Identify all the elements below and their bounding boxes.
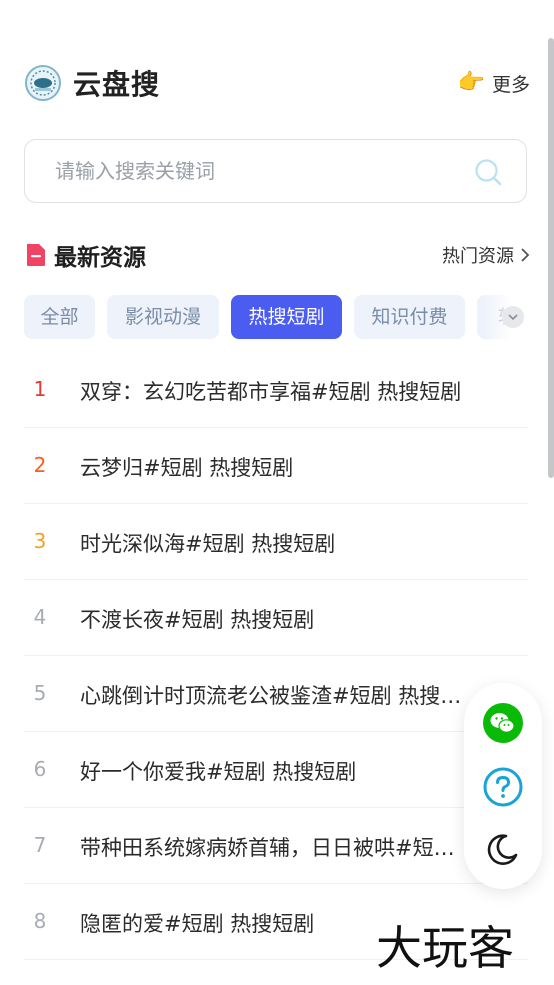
item-title: 时光深似海#短剧 热搜短剧 (80, 532, 336, 556)
item-title: 好一个你爱我#短剧 热搜短剧 (80, 760, 357, 784)
list-item[interactable]: 4 不渡长夜#短剧 热搜短剧 (24, 580, 528, 656)
search-input[interactable] (55, 140, 455, 202)
rank-number: 4 (33, 605, 47, 629)
hot-resources-link[interactable]: 热门资源 (442, 242, 530, 268)
section-header: 最新资源 热门资源 (24, 236, 530, 274)
more-button[interactable]: 👉 更多 (458, 70, 530, 97)
rank-number: 1 (33, 377, 47, 401)
search-box[interactable] (24, 139, 527, 203)
resource-list: 1 双穿：玄幻吃苦都市享福#短剧 热搜短剧 2 云梦归#短剧 热搜短剧 3 时光… (24, 352, 528, 960)
more-label: 更多 (491, 73, 530, 96)
rank-number: 6 (33, 757, 47, 781)
list-item[interactable]: 3 时光深似海#短剧 热搜短剧 (24, 504, 528, 580)
app-title: 云盘搜 (73, 68, 161, 101)
pointing-hand-icon: 👉 (457, 70, 485, 95)
list-item[interactable]: 2 云梦归#短剧 热搜短剧 (24, 428, 528, 504)
section-title: 最新资源 (54, 245, 146, 271)
item-title: 双穿：玄幻吃苦都市享福#短剧 热搜短剧 (80, 380, 462, 404)
chevron-down-icon[interactable] (502, 306, 524, 328)
rank-number: 8 (33, 909, 47, 933)
item-title: 云梦归#短剧 热搜短剧 (80, 456, 294, 480)
file-icon (27, 244, 45, 266)
tab-knowledge[interactable]: 知识付费 (354, 295, 465, 339)
tab-film-anime[interactable]: 影视动漫 (107, 295, 219, 339)
brand[interactable]: 云盘搜 (24, 63, 160, 103)
item-title: 心跳倒计时顶流老公被鉴渣#短剧 热搜短剧 (80, 684, 480, 708)
dark-mode-icon[interactable] (483, 829, 523, 869)
watermark-text: 大玩客 (376, 921, 514, 975)
rank-number: 5 (33, 681, 47, 705)
logo-icon (25, 65, 61, 101)
list-item[interactable]: 1 双穿：玄幻吃苦都市享福#短剧 热搜短剧 (24, 352, 528, 428)
rank-number: 3 (33, 529, 47, 553)
wechat-icon[interactable] (483, 703, 523, 743)
hot-resources-label: 热门资源 (442, 246, 514, 267)
page: 云盘搜 👉 更多 最新资源 热门资源 全部 (0, 0, 554, 985)
list-item[interactable]: 6 好一个你爱我#短剧 热搜短剧 (24, 732, 528, 808)
header: 云盘搜 👉 更多 (24, 58, 530, 108)
floating-action-bar (464, 683, 542, 889)
rank-number: 7 (33, 833, 47, 857)
tab-hot-short-drama[interactable]: 热搜短剧 (231, 295, 342, 339)
item-title: 不渡长夜#短剧 热搜短剧 (80, 608, 315, 632)
category-tabs: 全部 影视动漫 热搜短剧 知识付费 软件 (24, 295, 530, 340)
section-title-group: 最新资源 (24, 238, 146, 272)
chevron-right-icon (521, 248, 530, 262)
list-item[interactable]: 7 带种田系统嫁病娇首辅，日日被哄#短剧 热搜短剧 (24, 808, 528, 884)
rank-number: 2 (33, 453, 47, 477)
search-icon[interactable] (474, 158, 502, 186)
item-title: 带种田系统嫁病娇首辅，日日被哄#短剧 热搜短剧 (80, 836, 462, 860)
list-item[interactable]: 5 心跳倒计时顶流老公被鉴渣#短剧 热搜短剧 (24, 656, 528, 732)
help-icon[interactable] (483, 767, 523, 807)
scrollbar-thumb[interactable] (548, 38, 554, 478)
tab-all[interactable]: 全部 (24, 295, 95, 339)
